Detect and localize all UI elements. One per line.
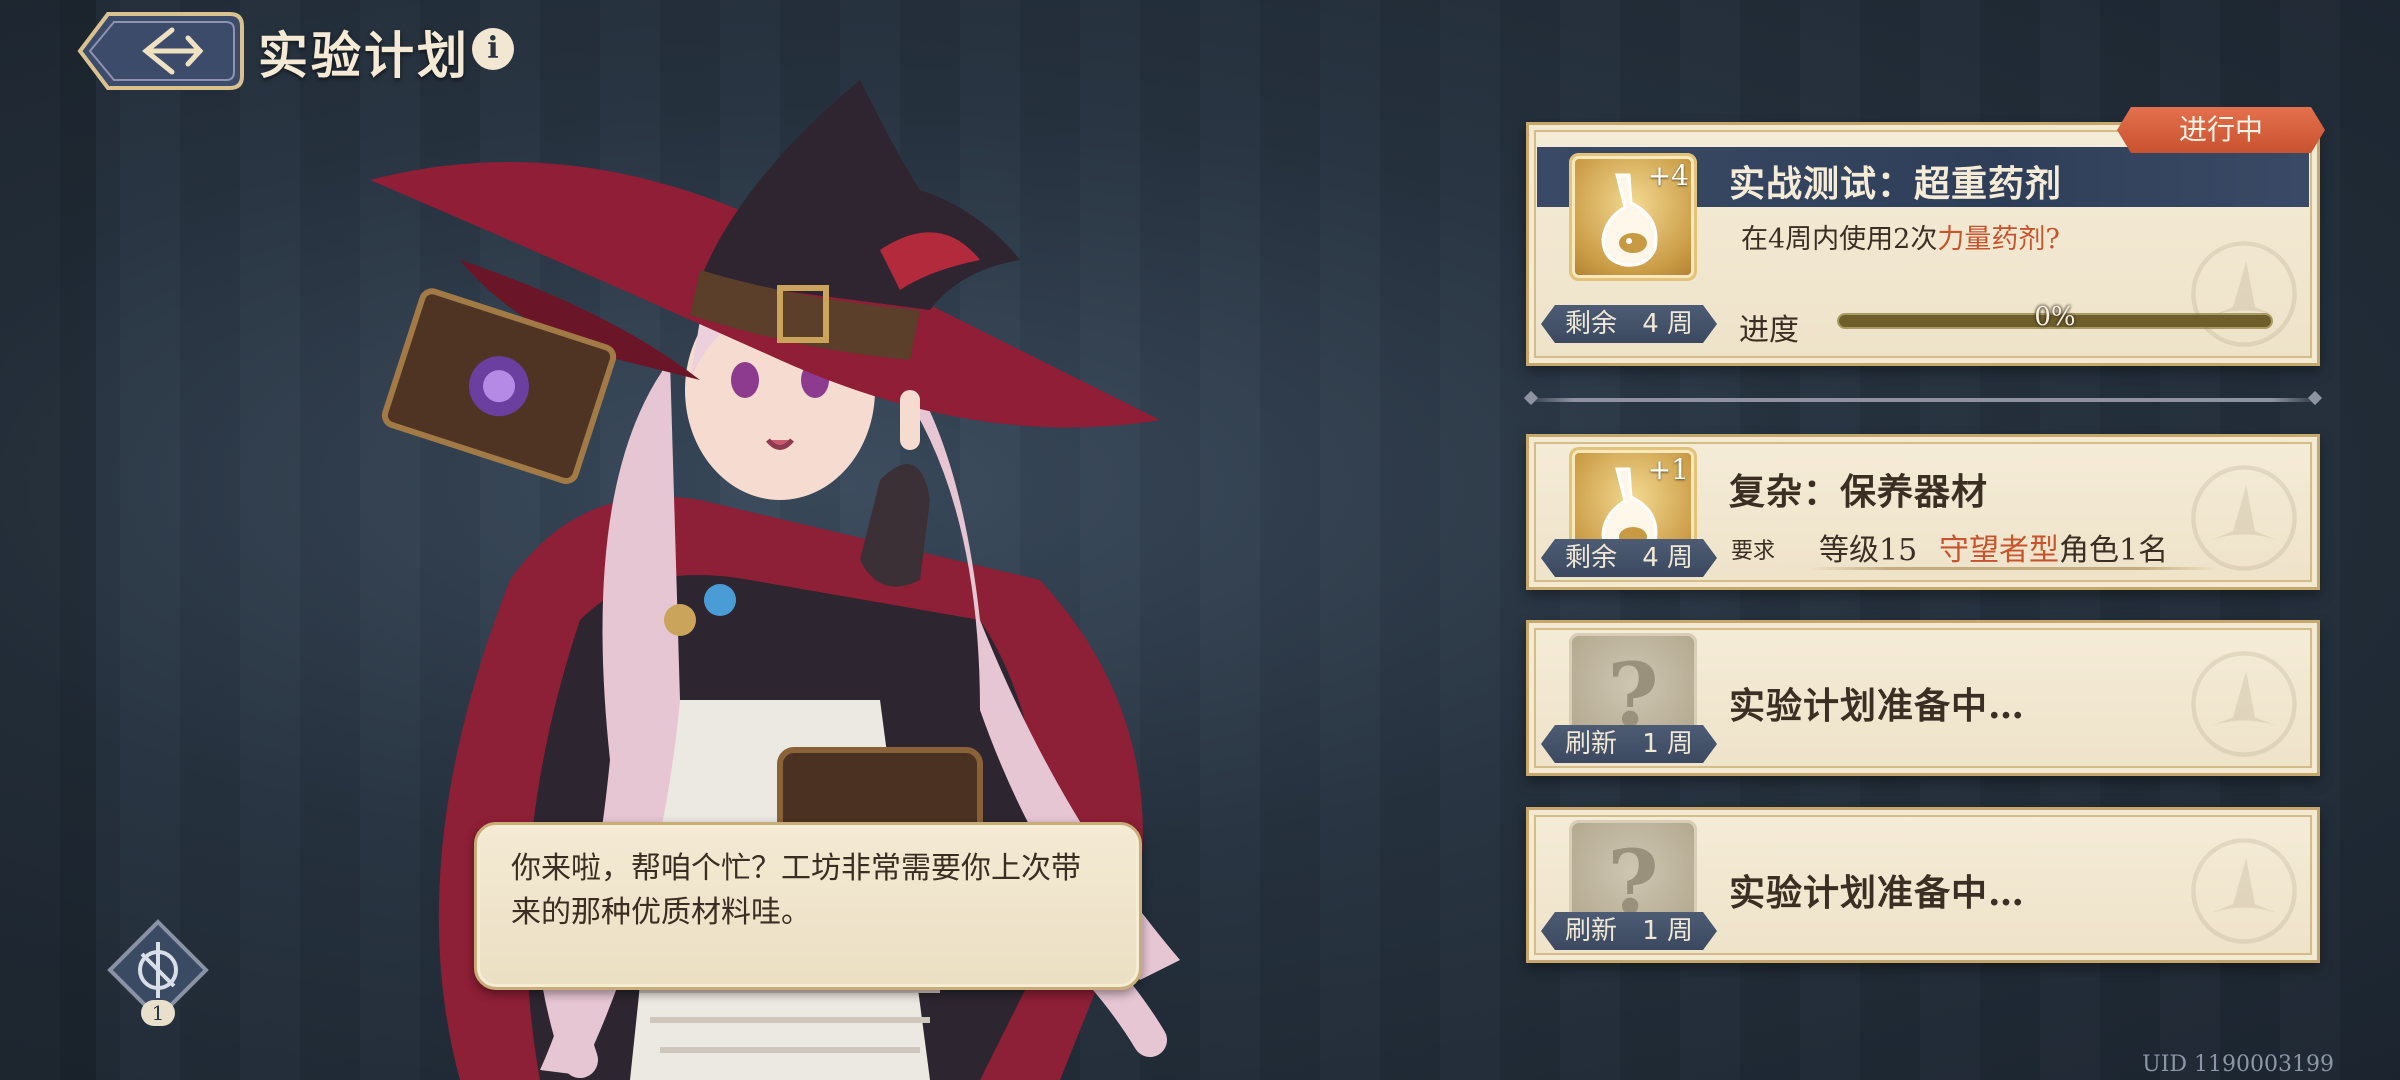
plan-title: 实验计划准备中… (1729, 872, 2026, 914)
plan-title: 实战测试：超重药剂 (1729, 163, 2063, 205)
requirement-role: 守望者型角色1名 (1939, 533, 2169, 568)
refresh-tag: 刷新 1 周 (1541, 912, 1717, 950)
requirement-label: 要求 (1731, 539, 1776, 564)
plan-card[interactable]: +1 剩余 4 周 复杂：保养器材 要求 等级15 守望者型角色1名 (1526, 434, 2320, 590)
plan-title: 复杂：保养器材 (1729, 471, 1989, 513)
potion-icon: +4 (1569, 153, 1697, 281)
remaining-tag: 剩余 4 周 (1541, 539, 1717, 577)
refresh-tag: 刷新 1 周 (1541, 725, 1717, 763)
dialogue-box: 你来啦，帮咱个忙？工坊非常需要你上次带来的那种优质材料哇。 (474, 822, 1142, 990)
plan-card-pending[interactable]: ? 刷新 1 周 实验计划准备中… (1526, 807, 2320, 963)
plan-card-active[interactable]: 进行中 +4 实战测试：超重药剂 在4周内使用2次力量药剂? 剩余 4 周 进度 … (1526, 122, 2320, 366)
plan-title: 实验计划准备中… (1729, 685, 2026, 727)
back-button[interactable] (60, 8, 246, 94)
hat-watermark-icon (2191, 241, 2297, 347)
status-badge: 进行中 (2117, 107, 2325, 153)
divider (1526, 398, 2320, 402)
highlight-text: 力量药剂? (1937, 224, 2060, 255)
remaining-tag: 剩余 4 周 (1541, 305, 1717, 343)
requirement-underline (1809, 567, 2219, 570)
progress-label: 进度 (1739, 313, 1799, 348)
requirement-level: 等级15 (1819, 533, 1918, 568)
plan-description: 在4周内使用2次力量药剂? (1741, 224, 2060, 255)
plan-card-pending[interactable]: ? 刷新 1 周 实验计划准备中… (1526, 620, 2320, 776)
hat-watermark-icon (2191, 651, 2297, 757)
hat-watermark-icon (2191, 465, 2297, 571)
icon-bonus: +4 (1647, 159, 1689, 192)
skill-badge-count: 1 (141, 1000, 175, 1026)
hat-watermark-icon (2191, 838, 2297, 944)
uid-label: UID 1190003199 (2142, 1052, 2334, 1077)
icon-bonus: +1 (1647, 453, 1689, 486)
